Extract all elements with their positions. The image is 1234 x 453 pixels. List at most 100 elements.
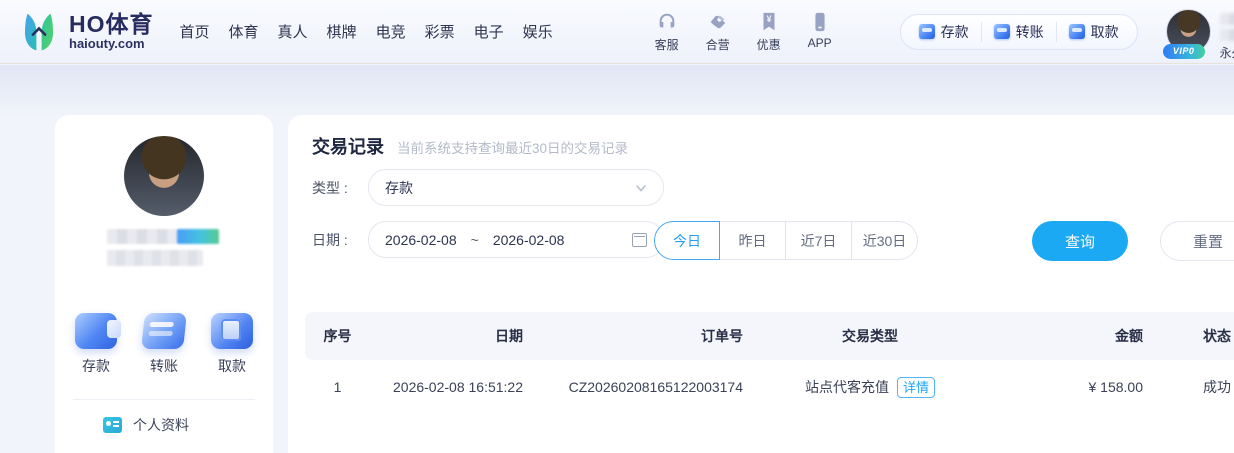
transfer-label: 转账 bbox=[1016, 22, 1044, 42]
nav-esports[interactable]: 电竞 bbox=[376, 21, 406, 42]
date-range-picker[interactable]: 2026-02-08 ~ 2026-02-08 bbox=[368, 221, 664, 258]
range-yesterday-button[interactable]: 昨日 bbox=[720, 221, 786, 260]
type-filter-row: 类型 : 存款 bbox=[312, 169, 664, 206]
deposit-label: 存款 bbox=[82, 356, 110, 376]
top-header: HO体育 haiouty.com 首页 体育 真人 棋牌 电竞 彩票 电子 娱乐… bbox=[0, 0, 1234, 64]
cell-index: 1 bbox=[305, 379, 370, 395]
date-to-value: 2026-02-08 bbox=[493, 232, 565, 248]
header-quick-links: 客服 合营 ¥ 优惠 APP bbox=[649, 11, 838, 53]
headset-icon bbox=[656, 11, 678, 33]
account-info-blurred bbox=[107, 250, 203, 266]
header-transfer-button[interactable]: 转账 bbox=[981, 22, 1056, 42]
promotions-link[interactable]: ¥ 优惠 bbox=[751, 11, 787, 53]
app-download-link[interactable]: APP bbox=[802, 11, 838, 53]
withdraw-label: 取款 bbox=[1091, 22, 1119, 42]
quick-range-group: 今日 昨日 近7日 近30日 bbox=[654, 221, 918, 260]
nav-entertainment[interactable]: 娱乐 bbox=[523, 21, 553, 42]
transaction-records-panel: 交易记录 当前系统支持查询最近30日的交易记录 类型 : 存款 日期 : 202… bbox=[288, 115, 1234, 453]
logo-title: HO体育 bbox=[69, 12, 154, 36]
date-label: 日期 : bbox=[312, 230, 358, 250]
username-blurred bbox=[1220, 13, 1234, 25]
nav-board-games[interactable]: 棋牌 bbox=[327, 21, 357, 42]
col-index: 序号 bbox=[305, 326, 370, 346]
header-fade-band bbox=[0, 65, 1234, 117]
quick-link-label: 优惠 bbox=[757, 36, 781, 53]
transactions-table: 序号 日期 订单号 交易类型 金额 状态 1 2026-02-08 16:51:… bbox=[305, 312, 1234, 414]
type-select[interactable]: 存款 bbox=[368, 169, 664, 206]
col-date: 日期 bbox=[370, 326, 535, 346]
sidebar-withdraw-button[interactable]: 取款 bbox=[208, 313, 256, 376]
permanent-url-label: 永久网址 : bbox=[1220, 44, 1234, 61]
cell-type: 站点代客充值 详情 bbox=[755, 377, 985, 398]
chevron-down-icon bbox=[635, 182, 647, 194]
page: HO体育 haiouty.com 首页 体育 真人 棋牌 电竞 彩票 电子 娱乐… bbox=[0, 0, 1234, 453]
withdraw-icon bbox=[1069, 24, 1085, 39]
id-card-icon bbox=[103, 417, 122, 433]
vip-badge: VIP0 bbox=[1163, 44, 1205, 59]
sidebar-deposit-button[interactable]: 存款 bbox=[72, 313, 120, 376]
nav-lottery[interactable]: 彩票 bbox=[425, 21, 455, 42]
date-filter-row: 日期 : 2026-02-08 ~ 2026-02-08 bbox=[312, 221, 664, 258]
nav-live-casino[interactable]: 真人 bbox=[278, 21, 308, 42]
range-today-button[interactable]: 今日 bbox=[654, 221, 720, 260]
col-order-no: 订单号 bbox=[535, 326, 755, 346]
avatar[interactable] bbox=[124, 136, 204, 216]
col-amount: 金额 bbox=[985, 326, 1155, 346]
type-select-value: 存款 bbox=[385, 178, 635, 198]
nav-home[interactable]: 首页 bbox=[180, 21, 210, 42]
profile-link-label: 个人资料 bbox=[133, 415, 189, 435]
card-3d-icon bbox=[141, 313, 187, 349]
reset-button[interactable]: 重置 bbox=[1160, 221, 1234, 261]
date-from-value: 2026-02-08 bbox=[385, 232, 457, 248]
quick-link-label: 合营 bbox=[706, 36, 730, 53]
deposit-icon bbox=[919, 24, 935, 39]
username-blurred bbox=[107, 229, 219, 244]
type-label: 类型 : bbox=[312, 178, 358, 198]
quick-link-label: APP bbox=[808, 36, 832, 50]
deposit-label: 存款 bbox=[941, 22, 969, 42]
atm-3d-icon bbox=[211, 313, 253, 349]
wallet-3d-icon bbox=[75, 313, 117, 349]
page-title: 交易记录 bbox=[312, 133, 384, 159]
calendar-icon bbox=[632, 233, 647, 247]
coupon-ribbon-icon: ¥ bbox=[758, 11, 780, 33]
sidebar-transfer-button[interactable]: 转账 bbox=[140, 313, 188, 376]
detail-tag-button[interactable]: 详情 bbox=[897, 377, 935, 398]
panel-header: 交易记录 当前系统支持查询最近30日的交易记录 bbox=[312, 133, 628, 159]
handshake-icon bbox=[707, 11, 729, 33]
wallet-shortcuts: 存款 转账 取款 bbox=[55, 313, 273, 376]
brand-bird-icon bbox=[18, 11, 60, 53]
table-header: 序号 日期 订单号 交易类型 金额 状态 bbox=[305, 312, 1234, 360]
col-status: 状态 bbox=[1155, 326, 1234, 346]
user-box: VIP0 永久网址 : bbox=[1166, 0, 1234, 64]
cell-status: 成功 bbox=[1155, 377, 1234, 397]
header-deposit-button[interactable]: 存款 bbox=[907, 22, 981, 42]
logo[interactable]: HO体育 haiouty.com bbox=[18, 11, 154, 53]
main-nav: 首页 体育 真人 棋牌 电竞 彩票 电子 娱乐 bbox=[180, 21, 553, 42]
phone-icon bbox=[809, 11, 831, 33]
col-type: 交易类型 bbox=[755, 326, 985, 346]
range-30days-button[interactable]: 近30日 bbox=[852, 221, 918, 260]
vip-badge-blurred bbox=[177, 229, 219, 244]
range-7days-button[interactable]: 近7日 bbox=[786, 221, 852, 260]
transfer-icon bbox=[994, 24, 1010, 39]
logo-domain: haiouty.com bbox=[69, 36, 154, 51]
partnership-link[interactable]: 合营 bbox=[700, 11, 736, 53]
customer-service-link[interactable]: 客服 bbox=[649, 11, 685, 53]
sidebar-item-profile[interactable]: 个人资料 bbox=[103, 415, 189, 435]
page-subtitle: 当前系统支持查询最近30日的交易记录 bbox=[397, 137, 628, 157]
search-button[interactable]: 查询 bbox=[1032, 221, 1128, 261]
divider bbox=[73, 399, 255, 400]
balance-blurred bbox=[1220, 29, 1234, 41]
cell-date: 2026-02-08 16:51:22 bbox=[370, 379, 535, 395]
transfer-label: 转账 bbox=[150, 356, 178, 376]
nav-slots[interactable]: 电子 bbox=[474, 21, 504, 42]
cell-order-no: CZ20260208165122003174 bbox=[535, 379, 755, 395]
cell-amount: ¥ 158.00 bbox=[985, 379, 1155, 395]
header-withdraw-button[interactable]: 取款 bbox=[1056, 22, 1131, 42]
quick-link-label: 客服 bbox=[655, 36, 679, 53]
wallet-actions-group: 存款 转账 取款 bbox=[900, 14, 1138, 50]
transaction-type-text: 站点代客充值 bbox=[805, 377, 889, 397]
profile-sidebar: 存款 转账 取款 个人资料 bbox=[55, 115, 273, 453]
nav-sports[interactable]: 体育 bbox=[229, 21, 259, 42]
